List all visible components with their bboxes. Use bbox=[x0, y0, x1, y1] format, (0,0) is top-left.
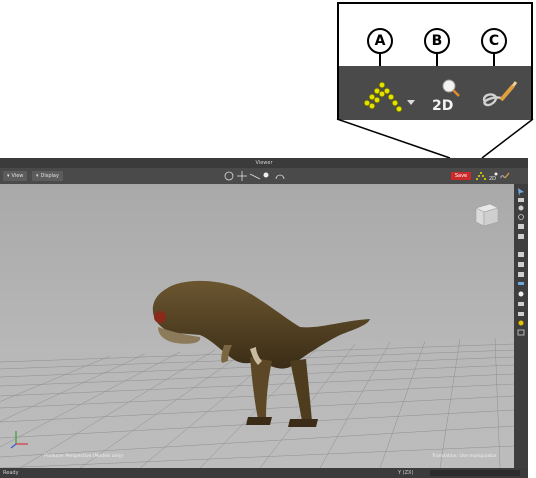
dolly-icon bbox=[249, 173, 261, 180]
toolbar-callout: A B C 2D bbox=[337, 2, 533, 120]
view-menu-label: View bbox=[11, 173, 24, 179]
zoom-icon bbox=[263, 172, 269, 178]
callout-toolbar-strip: 2D bbox=[339, 66, 531, 120]
dropdown-arrow-icon bbox=[407, 100, 415, 105]
move-tool-icon bbox=[518, 205, 524, 211]
manipulator-label: Translation: Use manipulator bbox=[432, 454, 497, 459]
null-tool-icon bbox=[518, 302, 524, 306]
dropdown-arrow-icon: ▾ bbox=[7, 173, 10, 179]
viewer-window: Viewer ▾ View ▾ Display Save 2D Producer… bbox=[0, 158, 528, 478]
svg-text:2D: 2D bbox=[489, 176, 496, 181]
t-rex-model[interactable] bbox=[140, 249, 390, 439]
pan-icon bbox=[237, 171, 247, 181]
dropdown-arrow-icon: ▾ bbox=[36, 173, 39, 179]
orbit-icon bbox=[224, 171, 234, 181]
scale-tool-icon bbox=[518, 224, 524, 229]
light-bulb-icon bbox=[518, 320, 524, 326]
display-menu-button[interactable]: ▾ Display bbox=[32, 171, 63, 181]
viewer-title: Viewer bbox=[0, 158, 528, 168]
status-field[interactable] bbox=[430, 470, 520, 476]
point-cloud-icon[interactable] bbox=[363, 76, 419, 116]
svg-text:2D: 2D bbox=[432, 98, 453, 114]
lasso-tool-icon bbox=[518, 198, 524, 202]
sketch-pen-icon[interactable] bbox=[479, 78, 519, 112]
viewer-toolbar: ▾ View ▾ Display Save 2D bbox=[0, 168, 528, 184]
callout-label-a: A bbox=[367, 28, 393, 54]
marker-tool-icon bbox=[518, 282, 524, 285]
callout-label-c: C bbox=[481, 28, 507, 54]
sketch-pen-icon[interactable] bbox=[500, 171, 510, 181]
2d-pan-zoom-icon[interactable]: 2D bbox=[429, 76, 463, 116]
point-cloud-icon[interactable] bbox=[475, 171, 487, 181]
right-toolbar bbox=[514, 184, 528, 468]
roll-icon bbox=[275, 174, 285, 180]
frame-tool-icon bbox=[517, 329, 525, 336]
light-tool-icon bbox=[518, 272, 524, 277]
3d-viewport[interactable]: Producer Perspective (Models only) Trans… bbox=[0, 184, 514, 468]
status-text: Ready bbox=[3, 470, 19, 476]
axis-gizmo-icon bbox=[10, 431, 28, 449]
camera-tool-icon bbox=[518, 262, 524, 267]
display-menu-label: Display bbox=[40, 173, 59, 179]
select-tool-icon bbox=[518, 188, 524, 196]
view-cube-icon[interactable] bbox=[472, 198, 502, 228]
save-button[interactable]: Save bbox=[451, 172, 471, 180]
constraint-tool-icon bbox=[518, 312, 524, 316]
callout-label-b: B bbox=[424, 28, 450, 54]
render-tool-icon bbox=[518, 252, 524, 257]
status-bar: Ready Y (ZX) bbox=[0, 468, 528, 478]
navigation-tools bbox=[224, 171, 285, 181]
sphere-tool-icon bbox=[518, 291, 524, 297]
link-tool-icon bbox=[518, 234, 524, 239]
2d-pan-zoom-icon[interactable]: 2D bbox=[489, 171, 499, 181]
camera-label: Producer Perspective (Models only) bbox=[44, 454, 124, 459]
rotate-tool-icon bbox=[518, 214, 524, 220]
status-axis: Y (ZX) bbox=[398, 470, 414, 476]
view-menu-button[interactable]: ▾ View bbox=[3, 171, 28, 181]
